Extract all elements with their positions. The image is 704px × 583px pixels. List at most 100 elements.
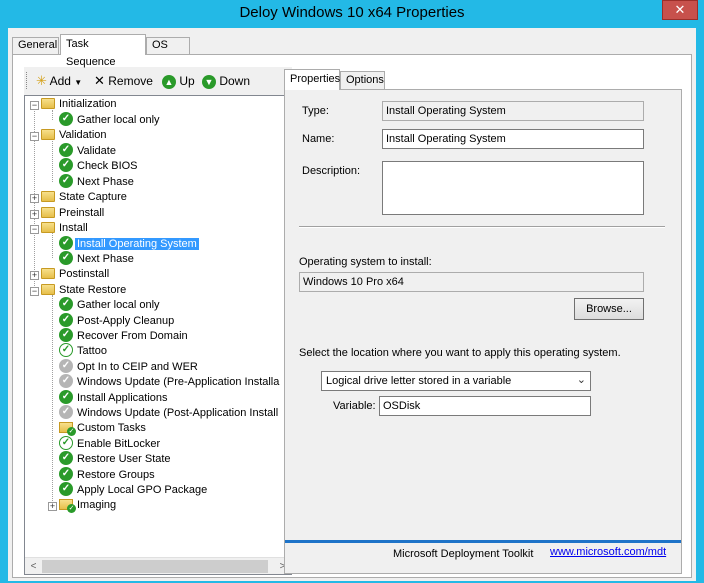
section-divider <box>299 226 665 228</box>
chevron-down-icon: ⌄ <box>576 374 586 386</box>
tree-step[interactable]: ✓ Enable BitLocker <box>59 436 162 452</box>
tree-step-disabled[interactable]: ✓ Opt In to CEIP and WER <box>59 359 200 375</box>
tree-group-initialization[interactable]: Initialization <box>41 97 118 112</box>
location-dropdown[interactable]: Logical drive letter stored in a variabl… <box>321 371 591 391</box>
check-icon: ✓ <box>59 451 73 466</box>
folder-icon <box>41 190 55 202</box>
properties-panel: Type: Install Operating System Name: Ins… <box>284 89 682 574</box>
location-label: Select the location where you want to ap… <box>299 347 621 359</box>
remove-button[interactable]: ✕ Remove <box>94 73 153 89</box>
check-icon: ✓ <box>59 482 73 497</box>
expand-toggle[interactable]: + <box>30 210 39 219</box>
description-field[interactable] <box>382 161 644 215</box>
tree-step[interactable]: ✓ Restore Groups <box>59 467 157 483</box>
tree-group-custom-tasks[interactable]: Custom Tasks <box>59 421 148 436</box>
footer-brand: Microsoft Deployment Toolkit <box>393 548 534 560</box>
disabled-icon: ✓ <box>59 405 73 420</box>
tree-group-install[interactable]: Install <box>41 221 90 236</box>
check-icon: ✓ <box>59 158 73 173</box>
scroll-thumb[interactable] <box>42 560 268 573</box>
os-field: Windows 10 Pro x64 <box>299 272 644 292</box>
tab-general[interactable]: General <box>12 37 59 54</box>
check-icon: ✓ <box>59 467 73 482</box>
browse-button[interactable]: Browse... <box>574 298 644 320</box>
tab-os-info[interactable]: OS Info <box>146 37 190 66</box>
horizontal-scrollbar[interactable]: < > <box>25 557 291 574</box>
tree-step[interactable]: ✓ Apply Local GPO Package <box>59 482 209 498</box>
tree-line <box>52 295 53 505</box>
disabled-icon: ✓ <box>59 374 73 389</box>
tree-step[interactable]: ✓ Tattoo <box>59 343 109 359</box>
dropdown-arrow-icon: ▼ <box>74 78 83 87</box>
footer-rule <box>285 540 681 543</box>
tree-step[interactable]: ✓ Next Phase <box>59 251 136 267</box>
location-value: Logical drive letter stored in a variabl… <box>326 375 512 387</box>
window-title: Deloy Windows 10 x64 Properties <box>239 4 465 21</box>
folder-icon <box>41 267 55 279</box>
tree-group-preinstall[interactable]: Preinstall <box>41 206 106 221</box>
os-label: Operating system to install: <box>299 256 432 268</box>
tree-step[interactable]: ✓ Post-Apply Cleanup <box>59 313 176 329</box>
check-icon: ✓ <box>59 251 73 266</box>
tree-group-state-restore[interactable]: State Restore <box>41 283 128 298</box>
expand-toggle[interactable]: + <box>30 271 39 280</box>
type-field: Install Operating System <box>382 101 644 121</box>
expand-toggle[interactable]: + <box>30 194 39 203</box>
tree-step[interactable]: ✓ Install Applications <box>59 390 170 406</box>
variable-field[interactable]: OSDisk <box>379 396 591 416</box>
name-label: Name: <box>302 133 335 145</box>
tree-group-validation[interactable]: Validation <box>41 128 109 143</box>
tree-step-disabled[interactable]: ✓ Windows Update (Pre-Application Install… <box>59 374 281 390</box>
tab-properties[interactable]: Properties <box>284 69 340 90</box>
up-button[interactable]: ▲ Up <box>162 73 195 89</box>
scroll-left-icon[interactable]: < <box>25 558 42 574</box>
title-bar[interactable]: Deloy Windows 10 x64 Properties ✕ <box>0 0 704 27</box>
check-icon: ✓ <box>59 143 73 158</box>
tree-step-selected[interactable]: ✓ Install Operating System <box>59 236 199 252</box>
folder-icon <box>41 283 55 295</box>
tab-task-sequence[interactable]: Task Sequence <box>60 34 146 68</box>
check-icon: ✓ <box>59 390 73 405</box>
tree-group-imaging[interactable]: Imaging <box>59 498 118 513</box>
name-field[interactable]: Install Operating System <box>382 129 644 149</box>
down-label: Down <box>219 74 251 88</box>
close-button[interactable]: ✕ <box>662 0 698 20</box>
tree-group-state-capture[interactable]: State Capture <box>41 190 129 205</box>
add-label: Add <box>49 74 71 88</box>
description-label: Description: <box>302 165 361 177</box>
mdt-link[interactable]: www.microsoft.com/mdt <box>550 546 666 558</box>
collapse-toggle[interactable]: − <box>30 101 39 110</box>
add-button[interactable]: ✳ Add ▼ <box>36 73 82 89</box>
folder-icon <box>41 97 55 109</box>
tree-step[interactable]: ✓ Gather local only <box>59 297 162 313</box>
tree-step[interactable]: ✓ Validate <box>59 143 118 159</box>
tree-step[interactable]: ✓ Recover From Domain <box>59 328 190 344</box>
check-icon: ✓ <box>59 112 73 127</box>
down-button[interactable]: ▼ Down <box>202 73 250 89</box>
task-sequence-tree[interactable]: − Initialization ✓ Gather local only − Va… <box>24 95 292 575</box>
properties-window: Deloy Windows 10 x64 Properties ✕ Genera… <box>0 0 704 583</box>
disabled-icon: ✓ <box>59 359 73 374</box>
folder-icon <box>41 221 55 233</box>
up-label: Up <box>179 74 195 88</box>
collapse-toggle[interactable]: − <box>30 225 39 234</box>
task-sequence-panel: ✳ Add ▼ ✕ Remove ▲ Up ▼ Down − Initializ… <box>12 54 692 578</box>
expand-toggle[interactable]: + <box>48 502 57 511</box>
down-arrow-icon: ▼ <box>202 75 216 89</box>
tree-step-disabled[interactable]: ✓ Windows Update (Post-Application Instal… <box>59 405 280 421</box>
add-icon: ✳ <box>36 73 47 88</box>
tab-options[interactable]: Options <box>340 71 385 89</box>
collapse-toggle[interactable]: − <box>30 287 39 296</box>
tree-step[interactable]: ✓ Next Phase <box>59 174 136 190</box>
close-icon: ✕ <box>674 2 686 17</box>
sequence-toolbar: ✳ Add ▼ ✕ Remove ▲ Up ▼ Down <box>24 67 292 95</box>
tree-line <box>52 233 53 258</box>
check-outline-icon: ✓ <box>59 436 73 451</box>
dialog-client: General Task Sequence OS Info ✳ Add ▼ ✕ … <box>8 28 696 581</box>
tree-group-postinstall[interactable]: Postinstall <box>41 267 111 282</box>
collapse-toggle[interactable]: − <box>30 132 39 141</box>
tree-step[interactable]: ✓ Gather local only <box>59 112 162 128</box>
tree-step[interactable]: ✓ Check BIOS <box>59 158 140 174</box>
tree-step[interactable]: ✓ Restore User State <box>59 451 173 467</box>
check-icon: ✓ <box>59 313 73 328</box>
